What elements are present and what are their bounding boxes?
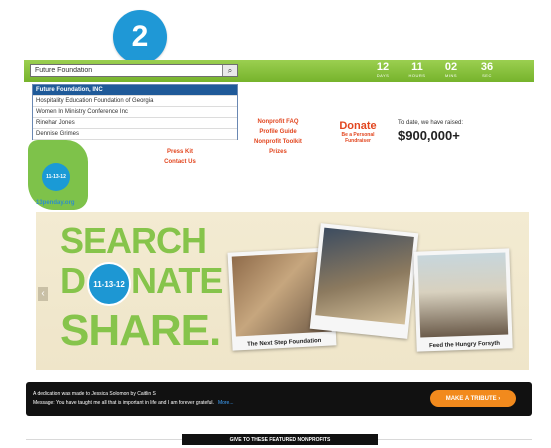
hero-word-d: D [60,260,86,301]
dedication-line-2: Message: You have taught me all that is … [33,400,234,406]
countdown-days: 12 DAYS [376,61,390,78]
donate-link[interactable]: Donate [333,120,383,132]
search-icon[interactable]: ⌕ [222,65,237,76]
search-box[interactable]: ⌕ [30,64,238,77]
prizes-link[interactable]: Prizes [235,147,321,157]
suggestion-item[interactable]: Future Foundation, INC [33,85,237,96]
photo-feed-hungry: Feed the Hungry Forsyth [413,248,513,352]
carousel-prev-icon[interactable]: ‹ [38,287,48,301]
make-tribute-button[interactable]: MAKE A TRIBUTE › [430,390,516,407]
profile-guide-link[interactable]: Profile Guide [235,127,321,137]
countdown-minutes: 02 MINS [444,61,458,78]
hero-word-nate: NATE [131,260,223,301]
nonprofit-links: Nonprofit FAQ Profile Guide Nonprofit To… [235,117,321,157]
nonprofit-toolkit-link[interactable]: Nonprofit Toolkit [235,137,321,147]
hero-word-search: SEARCH [60,220,207,261]
contact-us-link[interactable]: Contact Us [155,157,205,167]
personal-fundraiser-link[interactable]: Be a Personal Fundraiser [333,132,383,144]
raised-amount: $900,000+ [398,128,460,143]
suggestion-item[interactable]: Hospitality Education Foundation of Geor… [33,96,237,107]
suggestion-item[interactable]: Rinehar Jones [33,118,237,129]
press-kit-link[interactable]: Press Kit [155,147,205,157]
suggestion-item[interactable]: Women In Ministry Conference Inc [33,107,237,118]
dedication-more-link[interactable]: More... [218,400,234,406]
nonprofit-faq-link[interactable]: Nonprofit FAQ [235,117,321,127]
dedication-bar: A dedication was made to Jessica Solomon… [26,382,532,416]
countdown-hours: 11 HOURS [408,61,426,78]
dedication-line-1: A dedication was made to Jessica Solomon… [33,391,156,397]
raised-label: To date, we have raised: [398,120,464,126]
countdown-seconds: 36 SEC [480,61,494,78]
step-number-badge: 2 [113,10,167,64]
donate-section: Donate Be a Personal Fundraiser [333,120,383,144]
photo-violinist [309,223,419,339]
hero-date-circle: 11-13-12 [87,262,131,306]
logo-url: 13penday.org [36,200,75,206]
search-suggestions-dropdown: Future Foundation, INC Hospitality Educa… [32,84,238,140]
suggestion-item[interactable]: Dennise Grimes [33,129,237,140]
logo-date-badge: 11-13-12 [42,163,70,191]
left-links: Press Kit Contact Us [155,147,205,167]
featured-nonprofits-tab[interactable]: GIVE TO THESE FEATURED NONPROFITS [182,434,378,445]
search-input[interactable] [33,65,215,76]
hero-word-share: SHARE. [60,306,221,355]
